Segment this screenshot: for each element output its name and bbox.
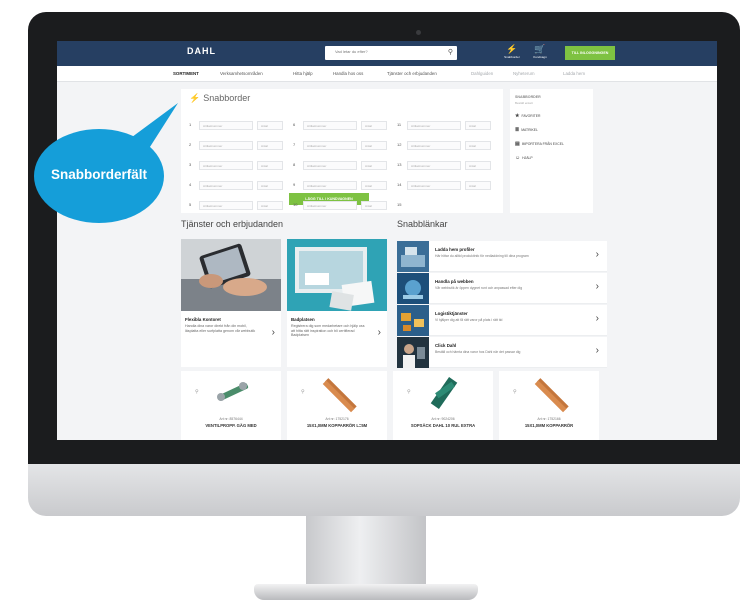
callout-label: Snabborderfält	[50, 167, 147, 182]
callout-tail	[128, 103, 178, 150]
